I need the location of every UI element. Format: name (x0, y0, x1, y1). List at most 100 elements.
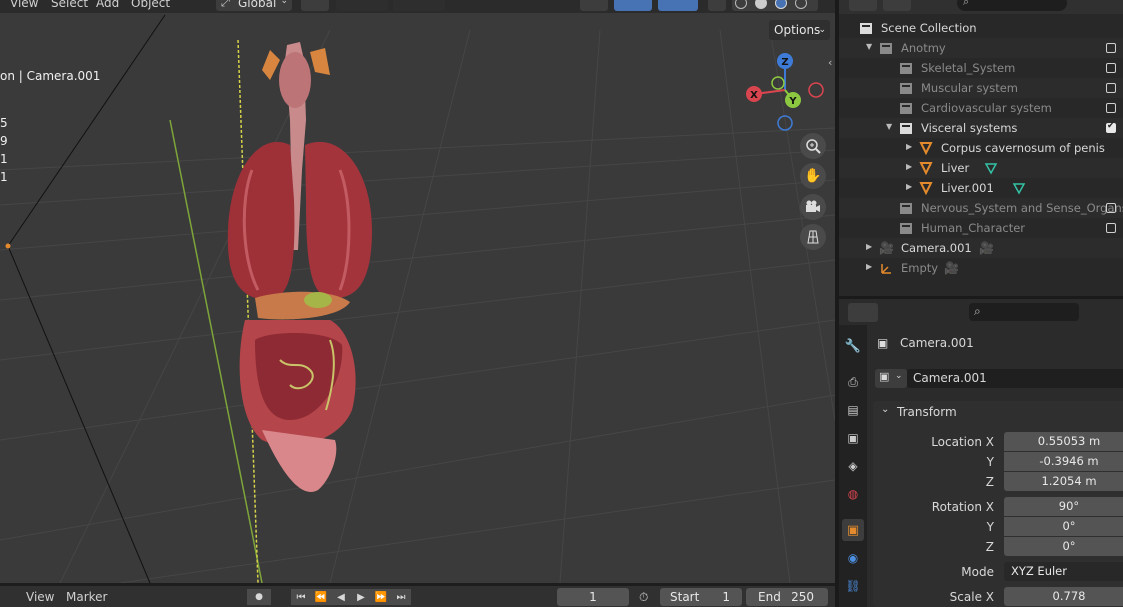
rotation-x-label: Rotation X (931, 500, 994, 514)
proportional-edit-toggle[interactable] (393, 0, 445, 11)
object-tab-icon[interactable]: ▣ (842, 519, 864, 541)
gizmo-toggle[interactable] (614, 0, 652, 11)
display-mode-dropdown[interactable] (849, 0, 877, 11)
camera-data-icon[interactable]: 🎥 (979, 241, 994, 255)
rendered-shading-icon[interactable] (795, 0, 807, 9)
material-shading-icon[interactable] (775, 0, 787, 9)
outliner-row[interactable]: Cardiovascular system (839, 98, 1123, 118)
menu-add[interactable]: Add (96, 0, 119, 10)
menu-object[interactable]: Object (131, 0, 170, 10)
camera-view-icon[interactable] (800, 194, 826, 220)
rotation-z-field[interactable]: 0° (1004, 537, 1123, 556)
current-frame-field[interactable]: 1 (557, 588, 629, 606)
world-tab-icon[interactable]: ◍ (842, 483, 864, 505)
view-layer-tab-icon[interactable]: ▣ (842, 427, 864, 449)
outliner-row[interactable]: ▶ Empty 🎥 (839, 258, 1123, 278)
tool-tab-icon[interactable]: 🔧 (842, 335, 864, 357)
expand-down-icon[interactable]: ▼ (886, 122, 892, 131)
start-frame-field[interactable]: Start 1 (660, 588, 742, 606)
scale-x-field[interactable]: 0.778 (1004, 587, 1123, 606)
menu-view[interactable]: View (10, 0, 38, 10)
expand-right-icon[interactable]: ▶ (866, 262, 872, 271)
solid-shading-icon[interactable] (755, 0, 767, 9)
exclude-checkbox[interactable] (1106, 63, 1116, 73)
shading-mode-buttons[interactable] (732, 0, 818, 11)
exclude-checkbox[interactable] (1106, 203, 1116, 213)
properties-search-input[interactable]: ⌕ (969, 303, 1079, 321)
mesh-data-icon[interactable] (984, 161, 998, 178)
outliner-row[interactable]: Human_Character (839, 218, 1123, 238)
expand-right-icon[interactable]: ▶ (906, 182, 912, 191)
outliner-row[interactable]: Nervous_System and Sense_Organs (839, 198, 1123, 218)
outliner-item-label: Cardiovascular system (921, 101, 1052, 115)
visceral-model (227, 42, 372, 492)
visibility-button[interactable] (580, 0, 608, 11)
play-icon[interactable]: ▶ (351, 589, 371, 605)
wireframe-shading-icon[interactable] (735, 0, 747, 9)
expand-right-icon[interactable]: ▶ (906, 142, 912, 151)
jump-to-end-icon[interactable]: ⏭ (391, 589, 411, 605)
mesh-data-icon[interactable] (1012, 181, 1026, 198)
exclude-checkbox[interactable]: ✔ (1106, 121, 1116, 133)
exclude-checkbox[interactable] (1106, 103, 1116, 113)
camera-data-icon[interactable]: 🎥 (944, 261, 959, 275)
next-keyframe-icon[interactable]: ⏩ (371, 589, 391, 605)
stopwatch-icon[interactable]: ⏱ (639, 590, 648, 605)
editor-type-dropdown[interactable] (848, 303, 878, 322)
sidebar-toggle-icon[interactable]: ‹ (828, 56, 832, 69)
scene-tab-icon[interactable]: ◈ (842, 455, 864, 477)
physics-tab-icon[interactable]: ◉ (842, 547, 864, 569)
object-name-field[interactable]: Camera.001 (907, 369, 1123, 388)
pivot-point-button[interactable] (301, 0, 329, 11)
outliner-row[interactable]: Skeletal_System (839, 58, 1123, 78)
object-data-browse[interactable]: ▣ ⌄ (875, 369, 907, 388)
3d-viewport[interactable]: View Select Add Object ⤢ Global ⌄ Option… (0, 0, 835, 583)
keyframe-record-button[interactable]: ● (247, 589, 271, 605)
zoom-icon[interactable] (800, 133, 826, 159)
outliner-row[interactable]: ▶ Corpus cavernosum of penis (839, 138, 1123, 158)
location-x-field[interactable]: 0.55053 m (1004, 432, 1123, 451)
end-frame-field[interactable]: End 250 (746, 588, 828, 606)
menu-select[interactable]: Select (51, 0, 88, 10)
exclude-checkbox[interactable] (1106, 43, 1116, 53)
render-tab-icon[interactable]: ⎙ (842, 371, 864, 393)
exclude-checkbox[interactable] (1106, 223, 1116, 233)
constraints-tab-icon[interactable]: ⛓ (842, 575, 864, 597)
rotation-x-field[interactable]: 90° (1004, 497, 1123, 516)
outliner-row[interactable]: ▼ Anotmy (839, 38, 1123, 58)
expand-right-icon[interactable]: ▶ (906, 162, 912, 171)
camera-object-icon: 🎥 (879, 241, 894, 255)
outliner-row[interactable]: ▶ Liver.001 (839, 178, 1123, 198)
chevron-down-icon[interactable]: ⌄ (881, 404, 889, 415)
transform-orientation-dropdown[interactable]: ⤢ Global ⌄ (216, 0, 292, 11)
expand-right-icon[interactable]: ▶ (866, 242, 872, 251)
rotation-y-field[interactable]: 0° (1004, 517, 1123, 536)
timeline-menu-marker[interactable]: Marker (66, 590, 107, 604)
jump-to-start-icon[interactable]: ⏮ (291, 589, 311, 605)
transform-panel-title[interactable]: Transform (897, 405, 957, 419)
location-y-field[interactable]: -0.3946 m (1004, 452, 1123, 471)
pan-hand-icon[interactable]: ✋ (800, 163, 826, 189)
outliner-row[interactable]: ▶ 🎥 Camera.001 🎥 (839, 238, 1123, 258)
output-tab-icon[interactable]: ▤ (842, 399, 864, 421)
filter-dropdown[interactable] (883, 0, 911, 11)
exclude-checkbox[interactable] (1106, 83, 1116, 93)
outliner-row[interactable]: ▶ Liver (839, 158, 1123, 178)
outliner-row[interactable]: Scene Collection (839, 18, 1123, 38)
xray-toggle[interactable] (708, 0, 726, 11)
options-dropdown[interactable]: Options ⌄ (769, 20, 830, 40)
previous-keyframe-icon[interactable]: ⏪ (311, 589, 331, 605)
navigation-gizmo[interactable]: Z X Y (745, 52, 827, 132)
collection-icon (899, 121, 913, 138)
snap-toggle[interactable] (336, 0, 388, 11)
outliner-row[interactable]: ▼ Visceral systems ✔ (839, 118, 1123, 138)
expand-down-icon[interactable]: ▼ (866, 42, 872, 51)
outliner-row[interactable]: Muscular system (839, 78, 1123, 98)
timeline-menu-view[interactable]: View (26, 590, 54, 604)
play-reverse-icon[interactable]: ◀ (331, 589, 351, 605)
location-z-field[interactable]: 1.2054 m (1004, 472, 1123, 491)
overlay-toggle[interactable] (658, 0, 698, 11)
perspective-grid-icon[interactable] (800, 224, 826, 250)
rotation-mode-dropdown[interactable]: XYZ Euler (1004, 562, 1123, 581)
outliner-search-input[interactable]: ⌕ (957, 0, 1067, 11)
